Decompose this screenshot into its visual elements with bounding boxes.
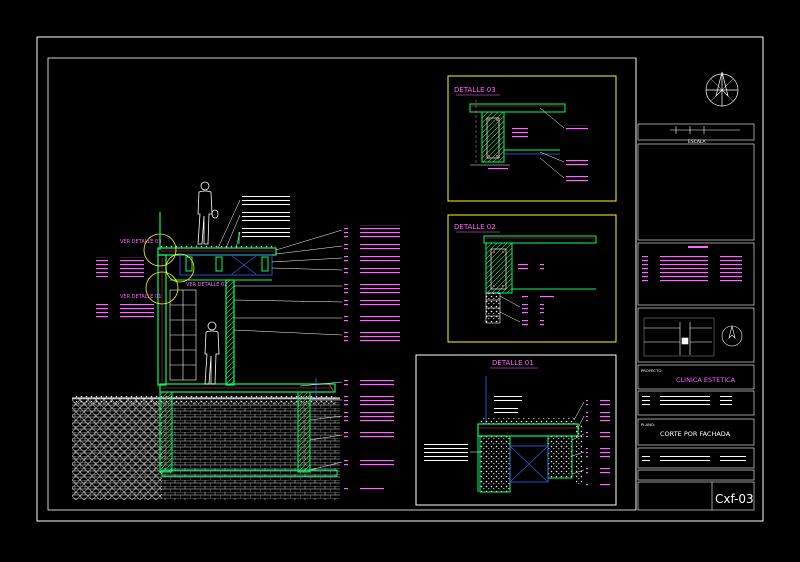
ver-detalle-02-label: VER DETALLE 02: [186, 282, 227, 288]
proyecto-value: CLINICA ESTETICA: [676, 376, 736, 384]
title-block: ESCALA PROYECTO: CLINICA ESTETICA PLANO:…: [637, 71, 755, 511]
detail-03-title: DETALLE 03: [454, 86, 496, 94]
cad-drawing-canvas: VER DETALLE 03 VER DETALLE 02 VER DETALL…: [36, 36, 764, 522]
main-section-drawing: VER DETALLE 03 VER DETALLE 02 VER DETALL…: [72, 181, 400, 500]
detail-03-panel: DETALLE 03: [447, 75, 617, 202]
proyecto-label: PROYECTO:: [641, 368, 663, 373]
ver-detalle-01-label: VER DETALLE 01: [120, 294, 161, 300]
detail-01-panel: DETALLE 01: [415, 354, 617, 506]
location-map-icon: [643, 317, 743, 357]
detail-02-panel: DETALLE 02: [447, 214, 617, 343]
ver-detalle-03-label: VER DETALLE 03: [120, 239, 161, 245]
column-right: [225, 279, 235, 386]
sheet-code: Cxf-03: [715, 492, 754, 506]
detail-01-title: DETALLE 01: [492, 359, 534, 367]
plano-label: PLANO:: [641, 422, 655, 427]
detail-02-title: DETALLE 02: [454, 223, 496, 231]
plano-value: CORTE POR FACHADA: [660, 430, 731, 438]
north-arrow-icon: [705, 71, 739, 107]
